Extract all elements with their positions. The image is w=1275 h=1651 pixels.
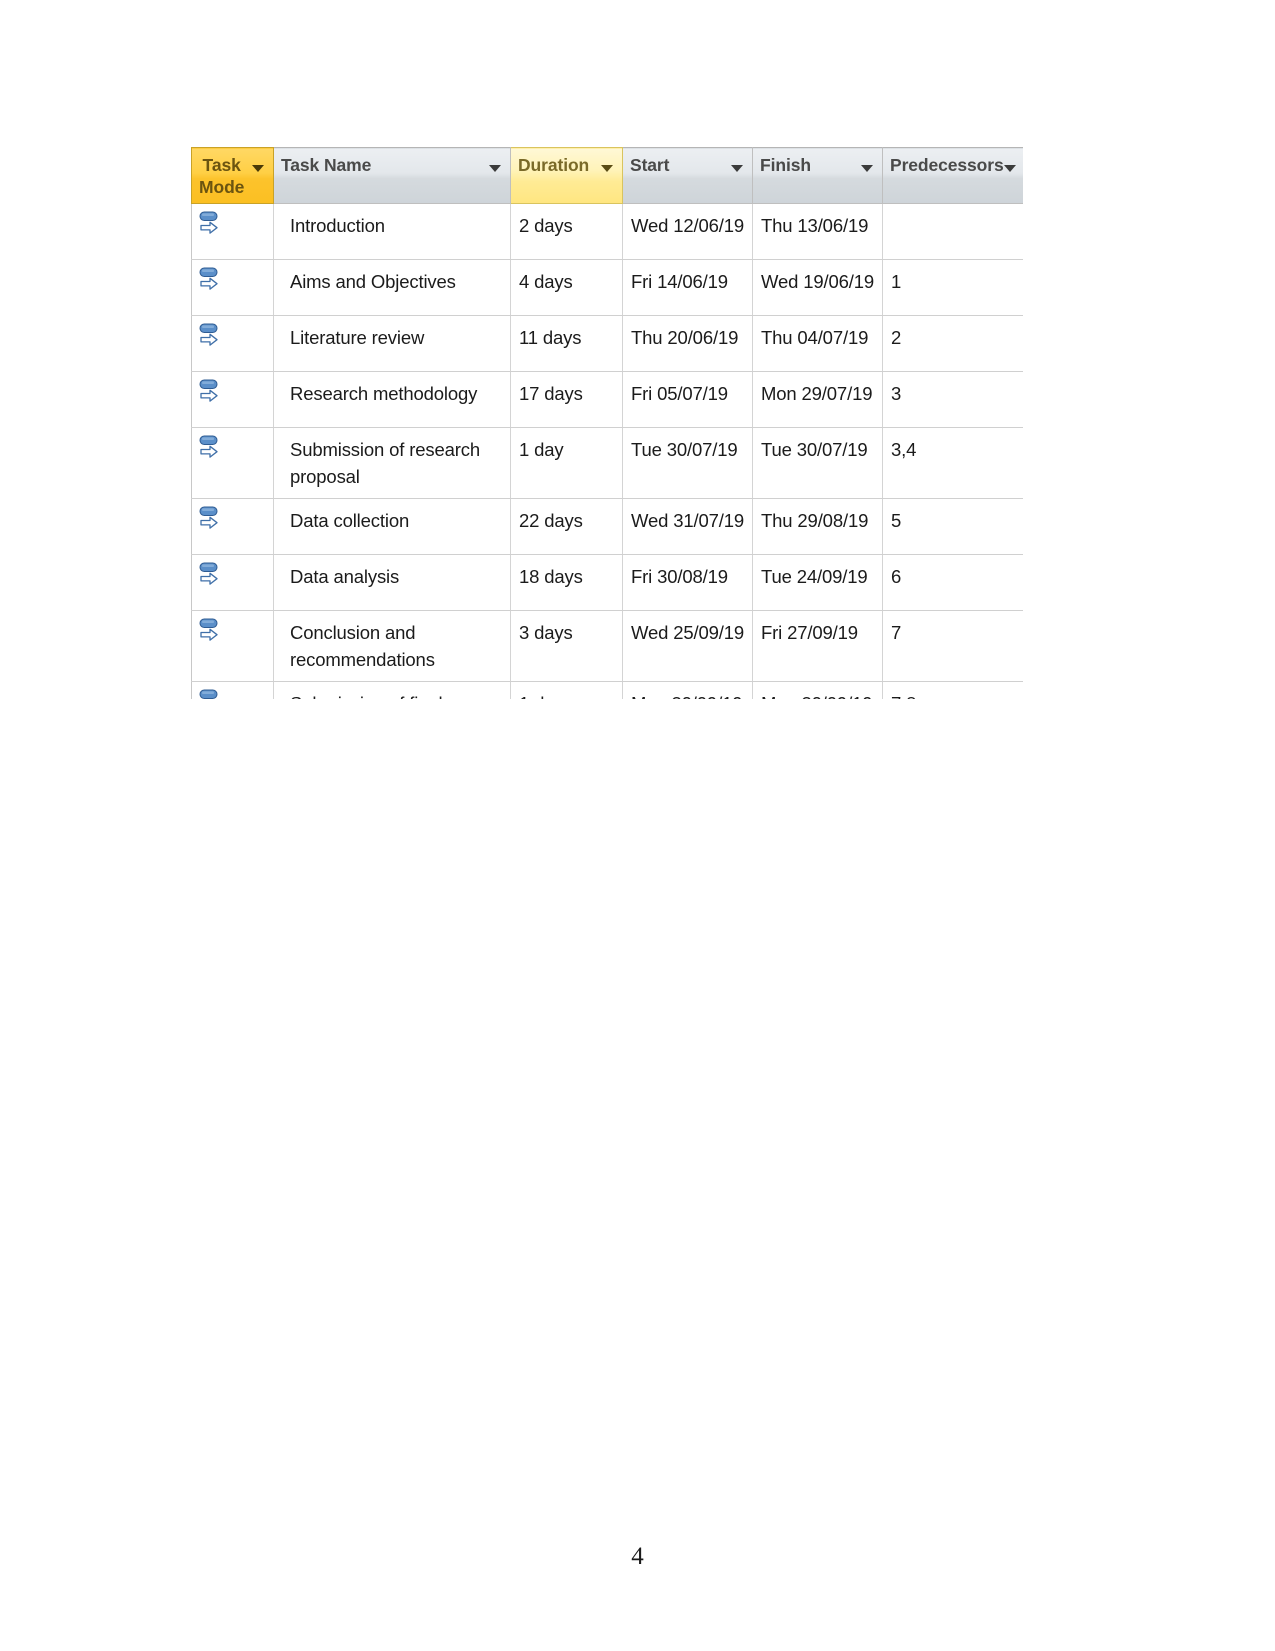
cell-start-date[interactable]: Fri 30/08/19	[622, 554, 753, 611]
column-header-label-finish: Finish	[760, 155, 811, 175]
cell-start-date[interactable]: Mon 30/09/19	[622, 681, 753, 699]
cell-task-mode[interactable]	[191, 610, 274, 682]
auto-schedule-icon	[198, 505, 273, 533]
cell-task-name[interactable]: Literature review	[273, 315, 511, 372]
filter-dropdown-icon-predecessors[interactable]	[1003, 165, 1016, 172]
cell-predecessors[interactable]: 7,8	[882, 681, 1023, 699]
column-header-label-predecessors: Predecessors	[890, 155, 1004, 175]
cell-duration[interactable]: 1 day	[510, 681, 623, 699]
table-row[interactable]: Literature review 11 days Thu 20/06/19 Thu …	[191, 315, 1023, 372]
cell-start-date[interactable]: Fri 14/06/19	[622, 259, 753, 316]
cell-finish-date[interactable]: Tue 24/09/19	[752, 554, 883, 611]
filter-dropdown-icon-task-mode[interactable]	[252, 165, 264, 172]
table-row[interactable]: Data analysis 18 days Fri 30/08/19 Tue 24/0…	[191, 554, 1023, 611]
cell-finish-date[interactable]: Tue 30/07/19	[752, 427, 883, 499]
cell-finish-date[interactable]: Thu 29/08/19	[752, 498, 883, 555]
auto-schedule-icon	[198, 561, 273, 589]
table-row[interactable]: Submission of final research report1 day…	[191, 681, 1023, 699]
column-header-label-duration: Duration	[518, 155, 590, 175]
cell-predecessors[interactable]: 3	[882, 371, 1023, 428]
cell-duration[interactable]: 11 days	[510, 315, 623, 372]
table-body: Introduction 2 days Wed 12/06/19 Thu 13/06/…	[191, 203, 1023, 699]
cell-start-date[interactable]: Fri 05/07/19	[622, 371, 753, 428]
cell-task-mode[interactable]	[191, 427, 274, 499]
cell-duration[interactable]: 17 days	[510, 371, 623, 428]
cell-finish-date[interactable]: Wed 19/06/19	[752, 259, 883, 316]
cell-start-date[interactable]: Thu 20/06/19	[622, 315, 753, 372]
project-task-schedule-table: Task Mode Task Name Duration Start Finis…	[191, 147, 1023, 699]
cell-task-mode[interactable]	[191, 203, 274, 260]
cell-duration[interactable]: 22 days	[510, 498, 623, 555]
table-header: Task Mode Task Name Duration Start Finis…	[191, 147, 1023, 204]
cell-task-name[interactable]: Research methodology	[273, 371, 511, 428]
auto-schedule-icon	[198, 266, 273, 294]
cell-duration[interactable]: 1 day	[510, 427, 623, 499]
column-header-predecessors[interactable]: Predecessors	[882, 147, 1023, 204]
table-row[interactable]: Research methodology 17 days Fri 05/07/19 M…	[191, 371, 1023, 428]
cell-predecessors[interactable]: 3,4	[882, 427, 1023, 499]
cell-task-mode[interactable]	[191, 371, 274, 428]
auto-schedule-icon	[198, 617, 273, 645]
table-header-row: Task Mode Task Name Duration Start Finis…	[191, 147, 1023, 204]
column-header-label-task-name: Task Name	[281, 155, 372, 175]
auto-schedule-icon	[198, 378, 273, 406]
cell-task-mode[interactable]	[191, 554, 274, 611]
auto-schedule-icon	[198, 688, 273, 699]
table-row[interactable]: Submission of research proposal 1 day Tue …	[191, 427, 1023, 499]
cell-duration[interactable]: 2 days	[510, 203, 623, 260]
cell-duration[interactable]: 4 days	[510, 259, 623, 316]
auto-schedule-icon	[198, 434, 273, 462]
filter-dropdown-icon-task-name[interactable]	[489, 165, 501, 172]
column-header-task-name[interactable]: Task Name	[273, 147, 511, 204]
cell-finish-date[interactable]: Thu 13/06/19	[752, 203, 883, 260]
cell-task-name[interactable]: Conclusion and recommendations	[273, 610, 511, 682]
cell-task-mode[interactable]	[191, 498, 274, 555]
cell-predecessors[interactable]: 5	[882, 498, 1023, 555]
cell-predecessors[interactable]: 2	[882, 315, 1023, 372]
column-header-duration[interactable]: Duration	[510, 147, 623, 204]
filter-dropdown-icon-finish[interactable]	[861, 165, 873, 172]
cell-finish-date[interactable]: Mon 29/07/19	[752, 371, 883, 428]
cell-task-name[interactable]: Submission of research proposal	[273, 427, 511, 499]
cell-finish-date[interactable]: Thu 04/07/19	[752, 315, 883, 372]
table-row[interactable]: Data collection 22 days Wed 31/07/19 Thu 29…	[191, 498, 1023, 555]
column-header-start[interactable]: Start	[622, 147, 753, 204]
cell-duration[interactable]: 18 days	[510, 554, 623, 611]
cell-task-name[interactable]: Submission of final research report	[273, 681, 511, 699]
column-header-task-mode[interactable]: Task Mode	[191, 147, 274, 204]
cell-duration[interactable]: 3 days	[510, 610, 623, 682]
cell-task-mode[interactable]	[191, 681, 274, 699]
cell-start-date[interactable]: Wed 25/09/19	[622, 610, 753, 682]
cell-predecessors[interactable]: 1	[882, 259, 1023, 316]
column-header-label-start: Start	[630, 155, 670, 175]
cell-predecessors[interactable]: 6	[882, 554, 1023, 611]
cell-task-name[interactable]: Introduction	[273, 203, 511, 260]
cell-task-name[interactable]: Data collection	[273, 498, 511, 555]
auto-schedule-icon	[198, 322, 273, 350]
table-row[interactable]: Aims and Objectives 4 days Fri 14/06/19 Wed…	[191, 259, 1023, 316]
column-header-label-task-mode: Task Mode	[199, 155, 245, 197]
cell-task-mode[interactable]	[191, 259, 274, 316]
cell-task-mode[interactable]	[191, 315, 274, 372]
cell-start-date[interactable]: Wed 31/07/19	[622, 498, 753, 555]
filter-dropdown-icon-duration[interactable]	[601, 165, 613, 172]
table-row[interactable]: Introduction 2 days Wed 12/06/19 Thu 13/06/…	[191, 203, 1023, 260]
column-header-finish[interactable]: Finish	[752, 147, 883, 204]
filter-dropdown-icon-start[interactable]	[731, 165, 743, 172]
cell-finish-date[interactable]: Mon 30/09/19	[752, 681, 883, 699]
cell-finish-date[interactable]: Fri 27/09/19	[752, 610, 883, 682]
cell-start-date[interactable]: Tue 30/07/19	[622, 427, 753, 499]
page-number: 4	[631, 1543, 644, 1570]
document-page: Task Mode Task Name Duration Start Finis…	[0, 0, 1275, 1651]
project-task-table-container: Task Mode Task Name Duration Start Finis…	[191, 147, 1023, 699]
cell-predecessors[interactable]	[882, 203, 1023, 260]
cell-start-date[interactable]: Wed 12/06/19	[622, 203, 753, 260]
auto-schedule-icon	[198, 210, 273, 238]
cell-predecessors[interactable]: 7	[882, 610, 1023, 682]
table-row[interactable]: Conclusion and recommendations 3 days Wed …	[191, 610, 1023, 682]
cell-task-name[interactable]: Data analysis	[273, 554, 511, 611]
cell-task-name[interactable]: Aims and Objectives	[273, 259, 511, 316]
